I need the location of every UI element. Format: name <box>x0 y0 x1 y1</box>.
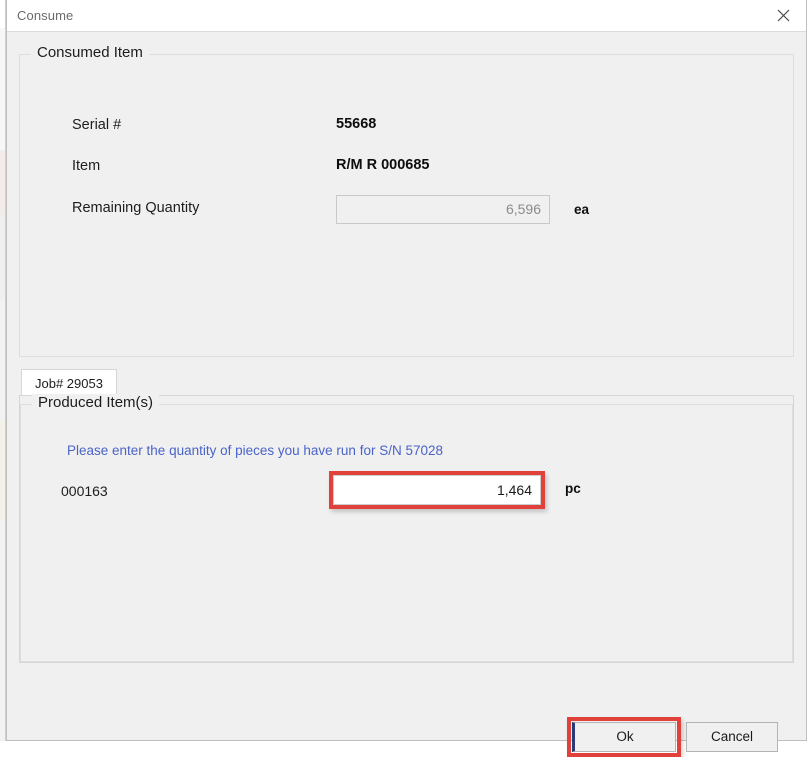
serial-number-value: 55668 <box>336 116 377 132</box>
consumed-item-legend: Consumed Item <box>31 44 149 61</box>
title-bar: Consume <box>7 0 806 32</box>
produced-items-group: Produced Item(s) Please enter the quanti… <box>20 394 793 662</box>
produced-item-number: 000163 <box>61 483 108 499</box>
consume-dialog: Consume Consumed Item Serial # 55668 Ite… <box>6 0 807 757</box>
item-value: R/M R 000685 <box>336 157 430 173</box>
ok-button[interactable]: Ok <box>572 722 676 752</box>
remaining-quantity-unit: ea <box>574 202 590 217</box>
remaining-quantity-input: 6,596 <box>336 195 550 224</box>
window-title: Consume <box>17 8 74 23</box>
item-label: Item <box>72 158 101 174</box>
cancel-button[interactable]: Cancel <box>686 722 778 752</box>
produced-quantity-input[interactable]: 1,464 <box>333 475 541 505</box>
dialog-client-area: Consumed Item Serial # 55668 Item R/M R … <box>7 32 806 757</box>
consumed-item-group: Consumed Item Serial # 55668 Item R/M R … <box>19 44 794 357</box>
tab-job-29053[interactable]: Job# 29053 <box>21 369 117 396</box>
produced-quantity-hint: Please enter the quantity of pieces you … <box>67 443 443 458</box>
close-icon[interactable] <box>760 0 806 31</box>
job-tab-page: Produced Item(s) Please enter the quanti… <box>19 394 794 663</box>
serial-number-label: Serial # <box>72 117 122 133</box>
remaining-quantity-label: Remaining Quantity <box>72 200 200 216</box>
produced-items-legend: Produced Item(s) <box>32 394 160 411</box>
job-tab-strip: Job# 29053 <box>19 369 794 396</box>
produced-quantity-unit: pc <box>565 481 581 496</box>
